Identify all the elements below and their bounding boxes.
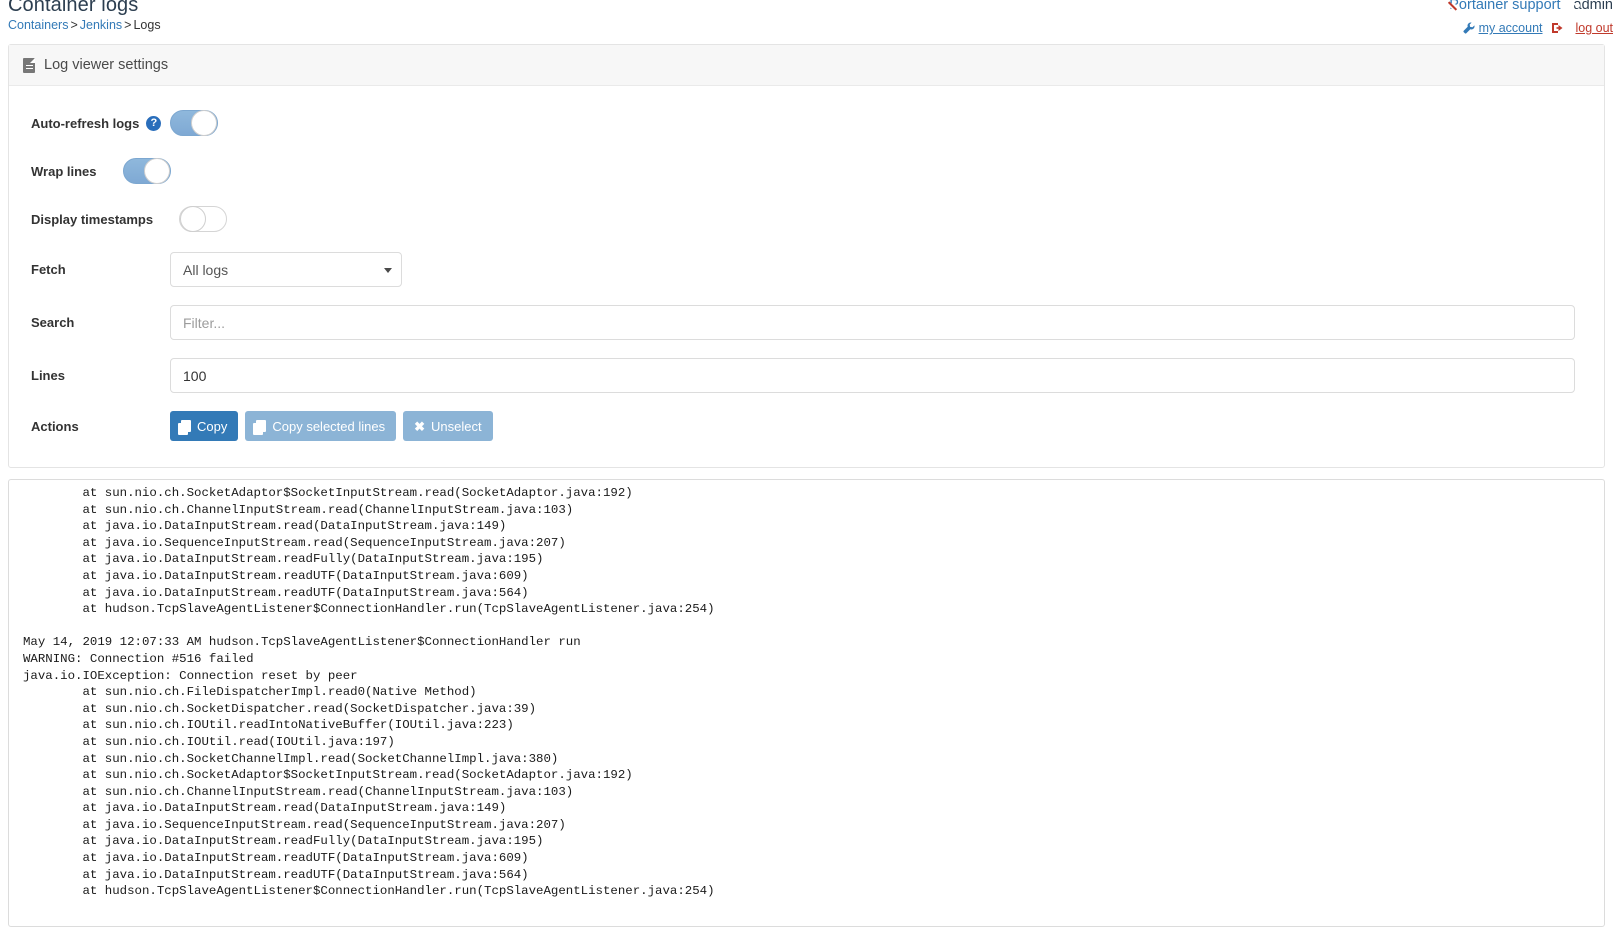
unselect-button-label: Unselect (431, 418, 482, 434)
wrap-lines-toggle[interactable] (123, 158, 171, 184)
log-line[interactable]: at sun.nio.ch.SocketAdaptor$SocketInputS… (23, 485, 1590, 502)
breadcrumb: Containers > Jenkins > Logs (8, 18, 161, 32)
auto-refresh-label: Auto-refresh logs (31, 115, 140, 131)
log-line[interactable]: at sun.nio.ch.SocketAdaptor$SocketInputS… (23, 767, 1590, 784)
fetch-select-wrapper: All logs (170, 252, 402, 287)
copy-selected-lines-label: Copy selected lines (272, 418, 386, 434)
log-line[interactable]: java.io.IOException: Connection reset by… (23, 668, 1590, 685)
log-line[interactable]: at sun.nio.ch.IOUtil.readIntoNativeBuffe… (23, 717, 1590, 734)
log-line[interactable]: at sun.nio.ch.SocketDispatcher.read(Sock… (23, 701, 1590, 718)
log-line[interactable]: at java.io.DataInputStream.readUTF(DataI… (23, 585, 1590, 602)
log-line[interactable]: at java.io.DataInputStream.read(DataInpu… (23, 800, 1590, 817)
log-line[interactable]: at sun.nio.ch.IOUtil.read(IOUtil.java:19… (23, 734, 1590, 751)
log-line[interactable]: at sun.nio.ch.ChannelInputStream.read(Ch… (23, 502, 1590, 519)
toggle-knob (180, 206, 206, 232)
copy-icon (181, 420, 191, 432)
file-icon (23, 57, 35, 73)
row-lines: Lines (9, 358, 1604, 393)
search-label: Search (31, 315, 75, 330)
log-line[interactable] (23, 618, 1590, 635)
search-input[interactable] (170, 305, 1575, 340)
log-line[interactable]: at java.io.DataInputStream.readFully(Dat… (23, 833, 1590, 850)
user-menu[interactable]: admin (1571, 0, 1613, 13)
log-line[interactable]: at hudson.TcpSlaveAgentListener$Connecti… (23, 601, 1590, 618)
sign-out-icon (1543, 21, 1568, 35)
log-output-panel[interactable]: at sun.nio.ch.SocketAdaptor$SocketInputS… (8, 479, 1605, 927)
copy-icon (256, 420, 267, 432)
breadcrumb-separator: > (124, 18, 132, 32)
row-search: Search (9, 305, 1604, 340)
support-row: Portainer support admin (1446, 0, 1613, 17)
log-line[interactable]: at sun.nio.ch.SocketChannelImpl.read(Soc… (23, 751, 1590, 768)
display-timestamps-toggle[interactable] (179, 206, 227, 232)
fetch-label: Fetch (31, 262, 66, 277)
my-account-link[interactable]: my account (1479, 21, 1543, 35)
log-line[interactable]: at java.io.DataInputStream.readUTF(DataI… (23, 867, 1590, 884)
breadcrumb-current-logs: Logs (133, 18, 161, 32)
log-line[interactable]: May 14, 2019 12:07:33 AM hudson.TcpSlave… (23, 634, 1590, 651)
wrap-lines-label: Wrap lines (31, 163, 97, 179)
copy-button-label: Copy (197, 418, 228, 434)
page-title: Container logs (8, 0, 139, 16)
row-display-timestamps: Display timestamps (9, 204, 1604, 234)
lines-label: Lines (31, 368, 65, 383)
row-auto-refresh: Auto-refresh logs ? (9, 108, 1604, 138)
lines-input[interactable] (170, 358, 1575, 393)
log-line[interactable]: WARNING: Connection #516 failed (23, 651, 1590, 668)
row-wrap-lines: Wrap lines (9, 156, 1604, 186)
log-line[interactable]: at hudson.TcpSlaveAgentListener$Connecti… (23, 883, 1590, 900)
copy-button[interactable]: Copy (170, 411, 239, 441)
log-output-body: at sun.nio.ch.SocketAdaptor$SocketInputS… (9, 485, 1604, 900)
close-icon: ✖ (414, 418, 425, 434)
page-header: Container logs Containers > Jenkins > Logs P… (0, 0, 1613, 44)
breadcrumb-link-containers[interactable]: Containers (8, 18, 68, 32)
settings-panel-title: Log viewer settings (44, 57, 169, 73)
log-line[interactable]: at java.io.DataInputStream.readFully(Dat… (23, 551, 1590, 568)
auto-refresh-toggle[interactable] (170, 110, 218, 136)
row-actions: Actions Copy Copy selected lines ✖ Unsel… (9, 411, 1604, 441)
account-row: my account log out (1446, 20, 1613, 36)
log-line[interactable]: at sun.nio.ch.ChannelInputStream.read(Ch… (23, 784, 1590, 801)
toggle-knob (144, 158, 170, 184)
auto-refresh-label-group: Auto-refresh logs ? (31, 115, 170, 131)
log-line[interactable]: at java.io.DataInputStream.readUTF(DataI… (23, 850, 1590, 867)
settings-panel-heading: Log viewer settings (9, 45, 1604, 86)
log-line[interactable]: at sun.nio.ch.FileDispatcherImpl.read0(N… (23, 684, 1590, 701)
fetch-select[interactable]: All logs (170, 252, 402, 287)
log-line[interactable]: at java.io.SequenceInputStream.read(Sequ… (23, 535, 1590, 552)
log-line[interactable]: at java.io.DataInputStream.readUTF(DataI… (23, 568, 1590, 585)
copy-selected-lines-button[interactable]: Copy selected lines (245, 411, 397, 441)
header-right-area: Portainer support admin my account log ou… (1446, 0, 1613, 36)
unselect-button[interactable]: ✖ Unselect (403, 411, 493, 441)
portainer-support-link[interactable]: Portainer support (1449, 0, 1560, 13)
wrench-icon (1463, 21, 1478, 35)
actions-label: Actions (31, 418, 79, 434)
display-timestamps-label: Display timestamps (31, 211, 154, 227)
breadcrumb-separator: > (70, 18, 78, 32)
log-line[interactable]: at java.io.DataInputStream.read(DataInpu… (23, 518, 1590, 535)
row-fetch: Fetch All logs (9, 252, 1604, 287)
log-viewer-settings-panel: Log viewer settings Auto-refresh logs ? … (8, 44, 1605, 468)
help-icon[interactable]: ? (146, 115, 162, 131)
settings-panel-body: Auto-refresh logs ? Wrap lines Display t… (9, 86, 1604, 467)
logout-link[interactable]: log out (1575, 21, 1613, 35)
breadcrumb-link-jenkins[interactable]: Jenkins (80, 18, 122, 32)
log-line[interactable]: at java.io.SequenceInputStream.read(Sequ… (23, 817, 1590, 834)
toggle-knob (191, 110, 217, 136)
